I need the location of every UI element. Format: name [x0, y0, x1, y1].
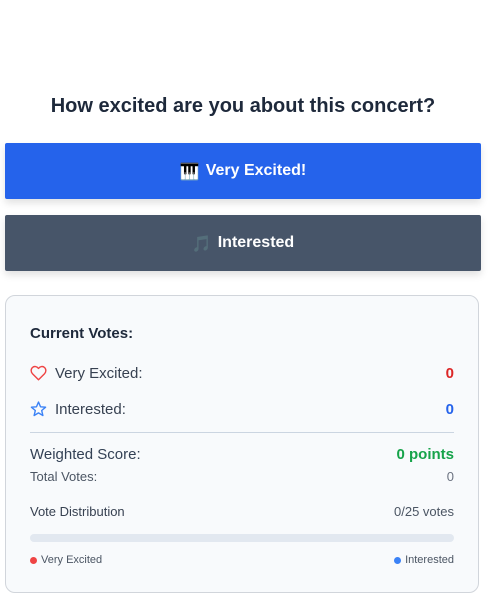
divider: [30, 432, 454, 433]
total-votes-value: 0: [446, 468, 454, 484]
total-votes-label: Total Votes:: [30, 468, 98, 484]
current-votes-title: Current Votes:: [30, 325, 134, 342]
weighted-score-label: Weighted Score:: [30, 445, 141, 463]
interested-row: Interested: 0: [30, 399, 454, 419]
very-excited-button-label: Very Excited!: [205, 162, 307, 179]
total-votes-row: Total Votes: 0: [30, 466, 454, 486]
star-outline-icon: [30, 401, 47, 417]
weighted-score-row: Weighted Score: 0 points: [30, 444, 454, 464]
vote-results-card: Current Votes: Very Excited: 0 Intereste…: [5, 295, 479, 593]
poll-page: How excited are you about this concert? …: [0, 0, 497, 609]
distribution-legend: Very Excited Interested: [30, 554, 454, 566]
interested-count: 0: [445, 400, 454, 418]
legend-very-excited-label: Very Excited: [41, 554, 103, 566]
vote-distribution-row: Vote Distribution 0/25 votes: [30, 501, 454, 521]
red-dot-icon: [30, 556, 37, 564]
vote-distribution-bar: [30, 534, 454, 542]
legend-very-excited: Very Excited: [30, 554, 102, 566]
vote-distribution-value: 0/25 votes: [394, 503, 454, 519]
heart-outline-icon: [30, 365, 47, 381]
interested-button[interactable]: 🎵 Interested: [5, 215, 481, 271]
blue-dot-icon: [394, 556, 402, 564]
legend-interested: Interested: [394, 554, 454, 566]
weighted-score-value: 0 points: [396, 445, 454, 463]
very-excited-button[interactable]: 🎹 Very Excited!: [5, 143, 481, 199]
poll-question: How excited are you about this concert?: [50, 95, 436, 117]
interested-button-label: Interested: [217, 234, 295, 251]
legend-interested-label: Interested: [405, 554, 454, 566]
very-excited-count: 0: [445, 364, 454, 382]
vote-distribution-label: Vote Distribution: [30, 503, 125, 519]
piano-icon: 🎹: [179, 161, 200, 181]
music-note-icon: 🎵: [191, 233, 212, 253]
interested-label: Interested:: [55, 400, 126, 418]
very-excited-label: Very Excited:: [55, 364, 143, 382]
very-excited-row: Very Excited: 0: [30, 363, 454, 383]
